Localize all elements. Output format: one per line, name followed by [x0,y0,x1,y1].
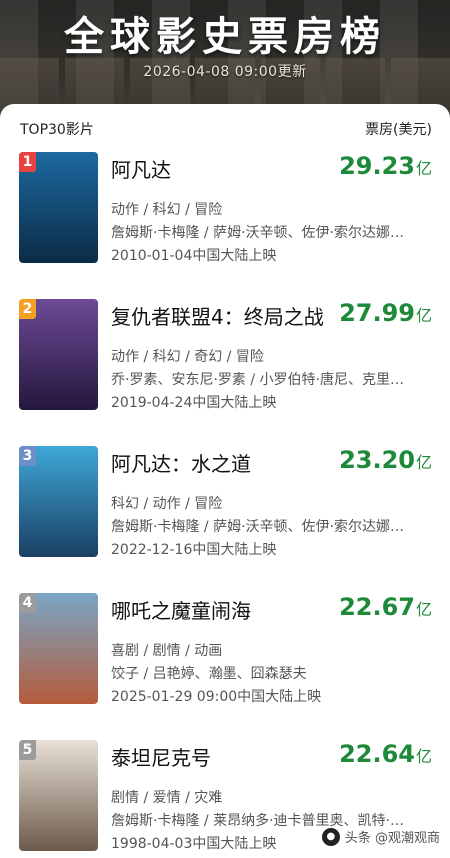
movie-poster[interactable]: 5 [19,740,98,851]
box-office-value: 29.23亿 [339,152,432,180]
movie-item[interactable]: 4 哪吒之魔童闹海 22.67亿 喜剧 / 剧情 / 动画 饺子 / 吕艳婷、瀚… [0,593,450,711]
box-office-value: 23.20亿 [339,446,432,474]
movie-release: 1998-04-03中国大陆上映 [111,836,277,852]
movie-genres: 科幻 / 动作 / 冒险 [111,496,223,512]
toutiao-logo-icon: ● [321,827,340,846]
movie-cast: 詹姆斯·卡梅隆 / 萨姆·沃辛顿、佐伊·索尔达娜… [111,225,404,241]
watermark: ● 头条 @观潮观商 [321,827,440,846]
box-office-value: 27.99亿 [339,299,432,327]
rank-badge: 3 [19,446,36,466]
gross-unit: 亿 [415,600,432,619]
movie-cast: 詹姆斯·卡梅隆 / 萨姆·沃辛顿、佐伊·索尔达娜… [111,519,404,535]
movie-item[interactable]: 1 阿凡达 29.23亿 动作 / 科幻 / 冒险 詹姆斯·卡梅隆 / 萨姆·沃… [0,152,450,270]
list-header-left: TOP30影片 [20,122,94,138]
gross-amount: 27.99 [339,299,415,327]
movie-item[interactable]: 3 阿凡达：水之道 23.20亿 科幻 / 动作 / 冒险 詹姆斯·卡梅隆 / … [0,446,450,564]
ranking-card: TOP30影片 票房(美元) 1 阿凡达 29.23亿 动作 / 科幻 / 冒险… [0,104,450,856]
movie-cast: 乔·罗素、安东尼·罗素 / 小罗伯特·唐尼、克里… [111,372,404,388]
movie-title[interactable]: 复仇者联盟4：终局之战 [111,301,324,330]
box-office-value: 22.67亿 [339,593,432,621]
movie-title[interactable]: 泰坦尼克号 [111,742,211,771]
list-header-right: 票房(美元) [365,122,432,138]
rank-badge: 1 [19,152,36,172]
movie-release: 2019-04-24中国大陆上映 [111,395,277,411]
movie-genres: 喜剧 / 剧情 / 动画 [111,643,223,659]
movie-poster[interactable]: 4 [19,593,98,704]
update-time: 2026-04-08 09:00更新 [143,64,307,80]
box-office-value: 22.64亿 [339,740,432,768]
rank-badge: 4 [19,593,36,613]
movie-release: 2010-01-04中国大陆上映 [111,248,277,264]
banner-header: 全球影史票房榜 2026-04-08 09:00更新 [0,0,450,120]
gross-unit: 亿 [415,306,432,325]
movie-genres: 动作 / 科幻 / 冒险 [111,202,223,218]
rank-badge: 5 [19,740,36,760]
movie-poster[interactable]: 2 [19,299,98,410]
gross-unit: 亿 [415,159,432,178]
watermark-text: 头条 @观潮观商 [344,831,440,846]
movie-genres: 剧情 / 爱情 / 灾难 [111,790,223,806]
movie-title[interactable]: 阿凡达：水之道 [111,448,251,477]
gross-unit: 亿 [415,747,432,766]
rank-badge: 2 [19,299,36,319]
gross-amount: 29.23 [339,152,415,180]
movie-release: 2022-12-16中国大陆上映 [111,542,277,558]
gross-amount: 22.67 [339,593,415,621]
movie-cast: 饺子 / 吕艳婷、瀚墨、囧森瑟夫 [111,666,307,682]
movie-poster[interactable]: 1 [19,152,98,263]
page-title: 全球影史票房榜 [64,14,386,60]
movie-poster[interactable]: 3 [19,446,98,557]
movie-title[interactable]: 哪吒之魔童闹海 [111,595,251,624]
movie-title[interactable]: 阿凡达 [111,154,171,183]
movie-genres: 动作 / 科幻 / 奇幻 / 冒险 [111,349,264,365]
movie-release: 2025-01-29 09:00中国大陆上映 [111,689,322,705]
gross-amount: 22.64 [339,740,415,768]
gross-unit: 亿 [415,453,432,472]
movie-item[interactable]: 2 复仇者联盟4：终局之战 27.99亿 动作 / 科幻 / 奇幻 / 冒险 乔… [0,299,450,417]
gross-amount: 23.20 [339,446,415,474]
